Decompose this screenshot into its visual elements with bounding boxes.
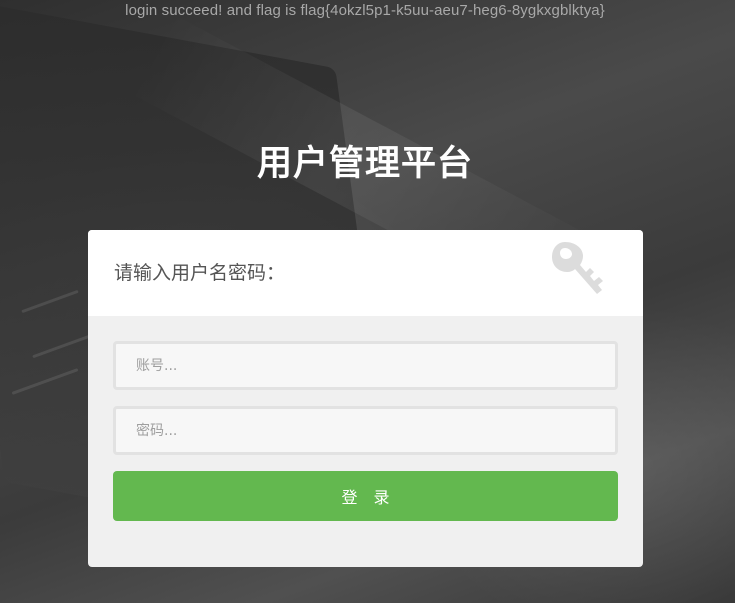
login-card: 请输入用户名密码： 登录 (88, 230, 643, 567)
login-button[interactable]: 登录 (113, 471, 618, 521)
username-field[interactable] (113, 341, 618, 390)
flag-message: login succeed! and flag is flag{4okzl5p1… (125, 2, 605, 19)
password-field[interactable] (113, 406, 618, 455)
page-title: 用户管理平台 (256, 144, 473, 184)
login-card-subtitle: 请输入用户名密码： (114, 262, 286, 284)
login-card-body: 登录 (88, 316, 643, 521)
key-icon (552, 242, 603, 294)
login-card-header: 请输入用户名密码： (88, 230, 643, 316)
